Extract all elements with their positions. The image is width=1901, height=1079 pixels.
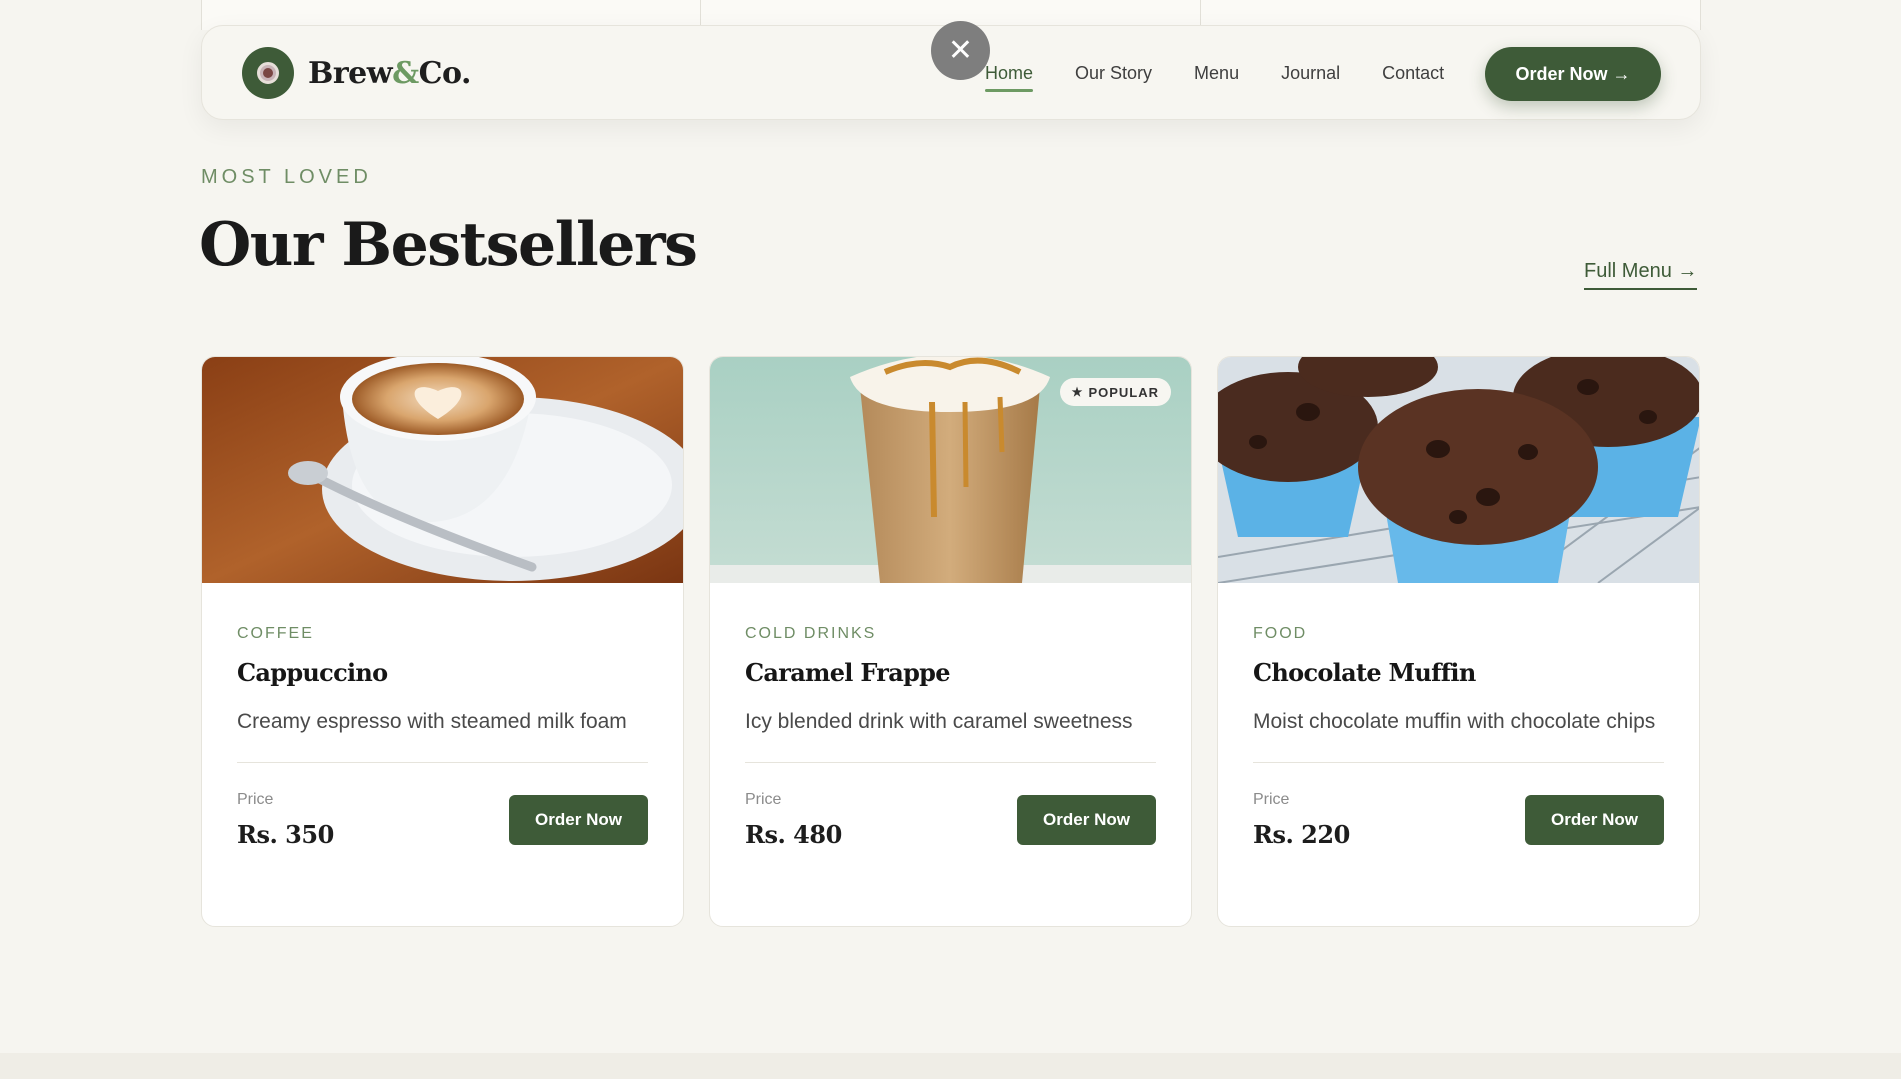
order-now-button[interactable]: Order Now — [509, 795, 648, 845]
nav-order-now-button[interactable]: Order Now → — [1485, 47, 1661, 101]
caramel-frappe-image: ★ POPULAR — [710, 357, 1191, 583]
nav-links: Home Our Story Menu Journal Contact — [985, 26, 1486, 121]
section-eyebrow: MOST LOVED — [201, 166, 372, 188]
price-label: Price — [745, 791, 782, 808]
coffee-cup-icon — [242, 47, 294, 99]
product-card-cappuccino: COFFEE Cappuccino Creamy espresso with s… — [201, 356, 684, 927]
nav-link-our-story[interactable]: Our Story — [1075, 57, 1152, 90]
nav-link-journal[interactable]: Journal — [1281, 57, 1340, 90]
full-menu-link[interactable]: Full Menu → — [1584, 260, 1698, 290]
nav-link-menu[interactable]: Menu — [1194, 57, 1239, 90]
product-card-chocolate-muffin: FOOD Chocolate Muffin Moist chocolate mu… — [1217, 356, 1700, 927]
brand-logo[interactable]: Brew&Co. — [242, 47, 471, 99]
cappuccino-image — [202, 357, 683, 583]
price-value: Rs. 480 — [745, 820, 842, 849]
price-value: Rs. 220 — [1253, 820, 1350, 849]
star-icon: ★ — [1071, 385, 1084, 399]
close-icon[interactable]: ✕ — [931, 21, 990, 80]
chocolate-muffin-image — [1218, 357, 1699, 583]
popular-badge: ★ POPULAR — [1059, 378, 1171, 406]
footer-band — [0, 1053, 1901, 1079]
product-description: Icy blended drink with caramel sweetness — [745, 710, 1133, 733]
product-description: Moist chocolate muffin with chocolate ch… — [1253, 710, 1656, 733]
product-card-caramel-frappe: ★ POPULAR COLD DRINKS Caramel Frappe Icy… — [709, 356, 1192, 927]
section-title: Our Bestsellers — [199, 210, 698, 280]
product-name: Caramel Frappe — [745, 658, 951, 687]
product-category: COLD DRINKS — [745, 625, 877, 642]
price-value: Rs. 350 — [237, 820, 334, 849]
price-label: Price — [237, 791, 274, 808]
product-category: COFFEE — [237, 625, 314, 642]
nav-link-contact[interactable]: Contact — [1382, 57, 1444, 90]
product-description: Creamy espresso with steamed milk foam — [237, 710, 627, 733]
price-label: Price — [1253, 791, 1290, 808]
product-category: FOOD — [1253, 625, 1308, 642]
order-now-button[interactable]: Order Now — [1525, 795, 1664, 845]
order-now-button[interactable]: Order Now — [1017, 795, 1156, 845]
brand-name: Brew&Co. — [308, 55, 471, 91]
product-name: Cappuccino — [237, 658, 388, 687]
product-name: Chocolate Muffin — [1253, 658, 1476, 687]
nav-link-home[interactable]: Home — [985, 57, 1034, 92]
